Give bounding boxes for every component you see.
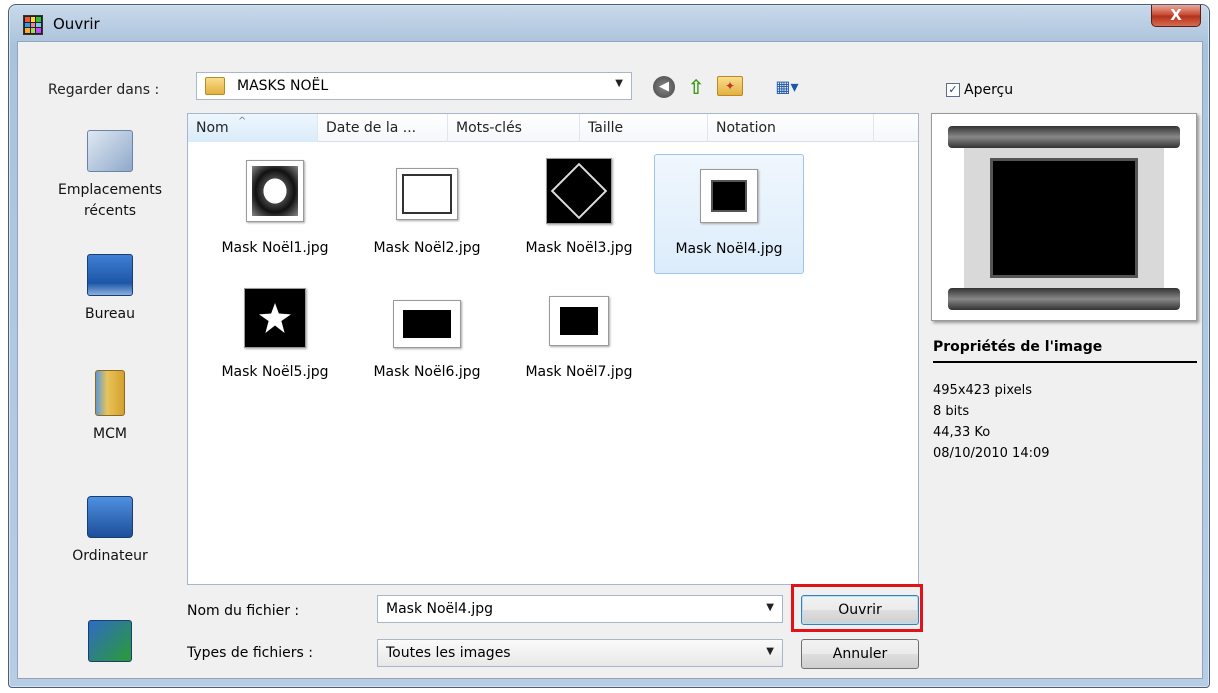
cancel-button[interactable]: Annuler: [801, 639, 919, 669]
place-label: Ordinateur: [72, 548, 148, 564]
filetype-value: Toutes les images: [386, 645, 511, 661]
file-tile[interactable]: Mask Noël1.jpg: [200, 154, 350, 274]
desktop-icon: [87, 254, 133, 296]
filetype-label: Types de fichiers :: [187, 645, 313, 661]
column-keywords[interactable]: Mots-clés: [448, 114, 580, 142]
up-folder-icon[interactable]: ⇧: [685, 76, 707, 98]
look-in-value: MASKS NOËL: [237, 78, 329, 94]
properties-title: Propriétés de l'image: [933, 339, 1103, 355]
place-network[interactable]: [46, 620, 174, 662]
filename-label: Nom du fichier :: [187, 603, 300, 619]
file-list[interactable]: ^ Nom Date de la ... Mots-clés Taille No…: [187, 113, 919, 585]
folder-icon: [205, 77, 225, 95]
image-preview: [931, 113, 1197, 321]
look-in-label: Regarder dans :: [48, 82, 160, 98]
preview-checkbox[interactable]: ✓: [946, 83, 960, 97]
file-tile[interactable]: Mask Noël5.jpg: [200, 278, 350, 398]
look-in-combo[interactable]: MASKS NOËL ▼: [196, 72, 632, 100]
file-tile[interactable]: Mask Noël3.jpg: [504, 154, 654, 274]
preview-image: [948, 126, 1180, 310]
preview-toggle[interactable]: ✓ Aperçu: [946, 82, 1013, 98]
property-bits: 8 bits: [933, 404, 970, 419]
file-thumbnail: [546, 158, 612, 224]
column-name[interactable]: ^ Nom: [188, 114, 318, 142]
file-name: Mask Noël5.jpg: [221, 364, 329, 380]
file-name: Mask Noël1.jpg: [221, 240, 329, 256]
column-rating[interactable]: Notation: [708, 114, 874, 142]
property-size: 44,33 Ko: [933, 425, 991, 440]
place-label: Bureau: [85, 306, 135, 322]
view-menu-icon[interactable]: ▦▾: [768, 76, 806, 98]
file-name: Mask Noël3.jpg: [525, 240, 633, 256]
open-button[interactable]: Ouvrir: [801, 595, 919, 625]
file-tile[interactable]: Mask Noël4.jpg: [654, 154, 804, 274]
place-computer[interactable]: Ordinateur: [46, 496, 174, 567]
new-folder-icon[interactable]: ✦: [717, 76, 743, 96]
property-date: 08/10/2010 14:09: [933, 446, 1050, 461]
back-icon[interactable]: ◀: [653, 76, 675, 98]
file-thumbnail: [549, 296, 609, 346]
place-recent[interactable]: Emplacements récents: [46, 130, 174, 222]
column-date[interactable]: Date de la ...: [318, 114, 448, 142]
recent-places-icon: [87, 130, 133, 172]
place-desktop[interactable]: Bureau: [46, 254, 174, 325]
file-name: Mask Noël4.jpg: [675, 241, 783, 257]
file-thumbnail: [700, 169, 758, 223]
open-dialog: Ouvrir X Regarder dans : MASKS NOËL ▼ ◀ …: [8, 4, 1210, 688]
file-tile[interactable]: Mask Noël2.jpg: [352, 154, 502, 274]
file-name: Mask Noël2.jpg: [373, 240, 481, 256]
chevron-down-icon[interactable]: ▼: [766, 646, 774, 657]
file-thumbnail: [244, 288, 306, 348]
title-bar[interactable]: Ouvrir X: [9, 5, 1209, 45]
close-button[interactable]: X: [1151, 5, 1201, 27]
file-thumbnail: [396, 168, 458, 220]
network-icon: [88, 620, 132, 662]
filename-value: Mask Noël4.jpg: [386, 601, 494, 617]
places-bar: Emplacements récents Bureau MCM Ordinate…: [46, 116, 174, 693]
sort-ascending-icon: ^: [238, 116, 247, 127]
folder-icon: [95, 370, 125, 416]
column-headers: ^ Nom Date de la ... Mots-clés Taille No…: [188, 114, 918, 142]
chevron-down-icon[interactable]: ▼: [766, 602, 774, 613]
filetype-select[interactable]: Toutes les images ▼: [377, 639, 783, 667]
file-thumbnail: [246, 160, 304, 222]
file-thumbnail: [393, 300, 461, 348]
computer-icon: [87, 496, 133, 538]
chevron-down-icon[interactable]: ▼: [615, 78, 623, 89]
place-mcm[interactable]: MCM: [46, 370, 174, 445]
column-size[interactable]: Taille: [580, 114, 708, 142]
place-label: Emplacements récents: [57, 182, 163, 219]
file-tile[interactable]: Mask Noël7.jpg: [504, 278, 654, 398]
properties-divider: [933, 361, 1197, 363]
app-icon: [23, 15, 43, 35]
window-title: Ouvrir: [53, 15, 100, 33]
file-name: Mask Noël6.jpg: [373, 364, 481, 380]
property-dimensions: 495x423 pixels: [933, 383, 1032, 398]
file-name: Mask Noël7.jpg: [525, 364, 633, 380]
preview-label: Aperçu: [964, 82, 1014, 98]
file-tile[interactable]: Mask Noël6.jpg: [352, 278, 502, 398]
place-label: MCM: [93, 426, 127, 442]
filename-field[interactable]: Mask Noël4.jpg ▼: [377, 595, 783, 623]
